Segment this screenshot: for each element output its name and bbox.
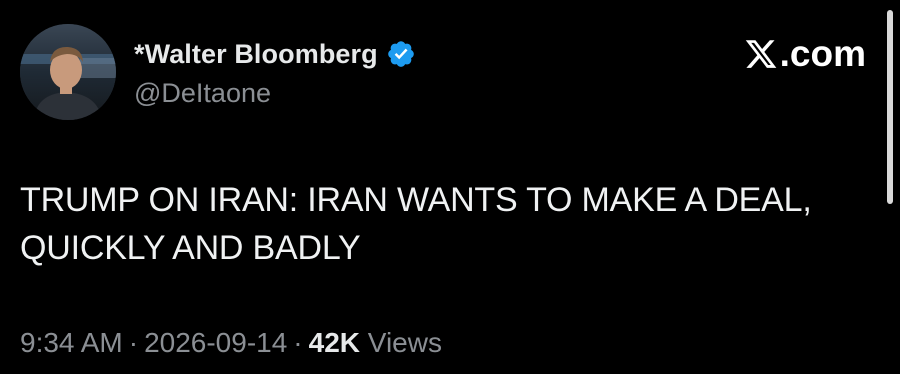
scrollbar[interactable] <box>887 10 893 204</box>
tweet-text-line: QUICKLY AND BADLY <box>20 229 361 267</box>
tweet-text-line: TRUMP ON IRAN: IRAN WANTS TO MAKE A DEAL… <box>20 181 812 219</box>
views-count: 42K <box>308 327 360 358</box>
tweet-text: TRUMP ON IRAN: IRAN WANTS TO MAKE A DEAL… <box>20 176 860 272</box>
tweet-date[interactable]: 2026-09-14 <box>144 327 287 358</box>
verified-badge-icon <box>386 39 416 69</box>
brand-domain-text: .com <box>779 33 866 74</box>
tweet-card: *Walter Bloomberg @DeItaone .com TRUMP O… <box>0 0 900 374</box>
views-label: Views <box>367 327 442 358</box>
avatar-image <box>20 24 116 120</box>
author-display-name[interactable]: *Walter Bloomberg <box>134 39 378 70</box>
x-logo-icon <box>744 37 778 71</box>
meta-separator: · <box>128 327 139 358</box>
tweet-meta: 9:34 AM · 2026-09-14 · 42K Views <box>20 327 442 359</box>
author-name-row: *Walter Bloomberg <box>134 36 416 72</box>
tweet-time[interactable]: 9:34 AM <box>20 327 123 358</box>
author-handle[interactable]: @DeItaone <box>134 78 271 109</box>
brand-watermark: .com <box>744 34 866 74</box>
meta-separator: · <box>293 327 303 358</box>
avatar[interactable] <box>20 24 116 120</box>
